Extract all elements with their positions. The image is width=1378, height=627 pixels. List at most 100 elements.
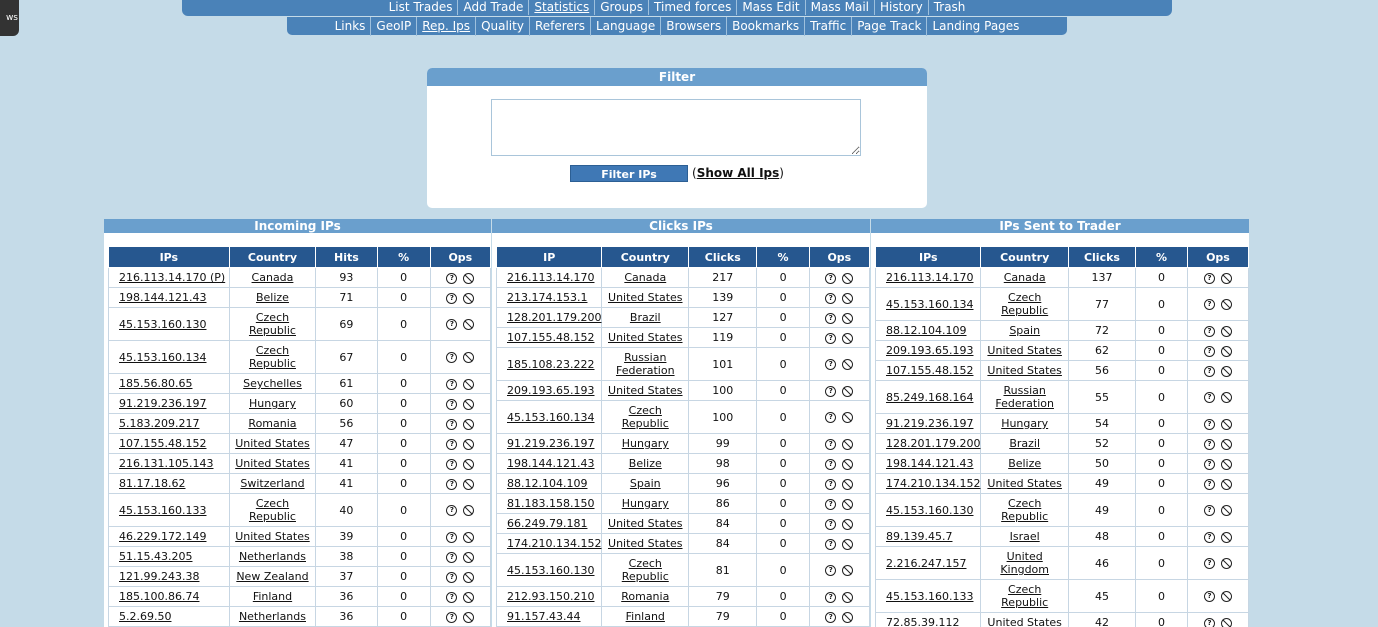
country-link[interactable]: Russian Federation [613, 351, 677, 377]
ip-link[interactable]: 107.155.48.152 [886, 364, 973, 377]
ip-link[interactable]: 107.155.48.152 [119, 437, 206, 450]
ip-link[interactable]: 174.210.134.152 [886, 477, 980, 490]
question-icon[interactable]: ? [1203, 365, 1215, 377]
ip-link[interactable]: 91.219.236.197 [886, 417, 973, 430]
block-icon[interactable] [842, 591, 854, 603]
ip-link[interactable]: 81.17.18.62 [119, 477, 185, 490]
country-link[interactable]: Czech Republic [240, 311, 304, 337]
block-icon[interactable] [842, 412, 854, 423]
question-icon[interactable]: ? [446, 438, 458, 450]
submenu-item-traffic[interactable]: Traffic [804, 17, 851, 36]
ip-link[interactable]: 51.15.43.205 [119, 550, 192, 563]
country-link[interactable]: Czech Republic [613, 404, 677, 430]
country-link[interactable]: United States [608, 331, 683, 344]
block-icon[interactable] [842, 385, 854, 397]
country-link[interactable]: Belize [256, 291, 289, 304]
block-icon[interactable] [463, 551, 475, 563]
question-icon[interactable]: ? [825, 412, 837, 423]
country-link[interactable]: United States [987, 344, 1062, 357]
ip-link[interactable]: 45.153.160.134 [886, 298, 973, 311]
country-link[interactable]: New Zealand [236, 570, 308, 583]
question-icon[interactable]: ? [446, 611, 458, 623]
country-link[interactable]: Brazil [1009, 437, 1040, 450]
ip-link[interactable]: 88.12.104.109 [886, 324, 966, 337]
country-link[interactable]: United States [608, 291, 683, 304]
question-icon[interactable]: ? [446, 378, 458, 390]
block-icon[interactable] [1220, 272, 1232, 284]
ip-link[interactable]: 66.249.79.181 [507, 517, 587, 530]
ip-link[interactable]: 81.183.158.150 [507, 497, 594, 510]
country-link[interactable]: Hungary [1001, 417, 1048, 430]
country-link[interactable]: United States [987, 616, 1062, 627]
question-icon[interactable]: ? [825, 565, 837, 576]
country-link[interactable]: Hungary [249, 397, 296, 410]
block-icon[interactable] [1220, 531, 1232, 543]
question-icon[interactable]: ? [1203, 458, 1215, 470]
ip-link[interactable]: 85.249.168.164 [886, 391, 973, 404]
filter-ips-button[interactable]: Filter IPs [570, 165, 688, 182]
country-link[interactable]: Spain [630, 477, 661, 490]
question-icon[interactable]: ? [446, 398, 458, 410]
ip-link[interactable]: 45.153.160.133 [886, 590, 973, 603]
ip-link[interactable]: 45.153.160.134 [507, 411, 594, 424]
block-icon[interactable] [842, 611, 854, 623]
block-icon[interactable] [1220, 438, 1232, 450]
question-icon[interactable]: ? [1203, 325, 1215, 337]
question-icon[interactable]: ? [825, 438, 837, 450]
menu-item-mass-edit[interactable]: Mass Edit [736, 0, 804, 15]
country-link[interactable]: Netherlands [239, 610, 306, 623]
question-icon[interactable]: ? [825, 611, 837, 623]
ip-link[interactable]: 128.201.179.200 [886, 437, 980, 450]
block-icon[interactable] [1220, 365, 1232, 377]
question-icon[interactable]: ? [1203, 299, 1215, 310]
ip-link[interactable]: 89.139.45.7 [886, 530, 952, 543]
country-link[interactable]: Czech Republic [993, 583, 1057, 609]
block-icon[interactable] [842, 565, 854, 576]
ip-link[interactable]: 45.153.160.134 [119, 351, 206, 364]
ip-link[interactable]: 174.210.134.152 [507, 537, 601, 550]
ip-link[interactable]: 45.153.160.130 [507, 564, 594, 577]
country-link[interactable]: Hungary [622, 437, 669, 450]
block-icon[interactable] [842, 292, 854, 304]
block-icon[interactable] [842, 272, 854, 284]
question-icon[interactable]: ? [446, 591, 458, 603]
country-link[interactable]: Brazil [630, 311, 661, 324]
ip-link[interactable]: 209.193.65.193 [507, 384, 594, 397]
block-icon[interactable] [463, 319, 475, 330]
block-icon[interactable] [842, 518, 854, 530]
question-icon[interactable]: ? [825, 312, 837, 324]
block-icon[interactable] [1220, 299, 1232, 310]
submenu-item-links[interactable]: Links [330, 17, 371, 36]
submenu-item-quality[interactable]: Quality [475, 17, 529, 36]
submenu-item-browsers[interactable]: Browsers [660, 17, 726, 36]
question-icon[interactable]: ? [825, 591, 837, 603]
block-icon[interactable] [463, 591, 475, 603]
menu-item-history[interactable]: History [874, 0, 928, 15]
ip-link[interactable]: 72.85.39.112 [886, 616, 959, 627]
country-link[interactable]: Spain [1009, 324, 1040, 337]
question-icon[interactable]: ? [825, 359, 837, 370]
question-icon[interactable]: ? [825, 518, 837, 530]
question-icon[interactable]: ? [446, 319, 458, 330]
question-icon[interactable]: ? [446, 551, 458, 563]
block-icon[interactable] [1220, 478, 1232, 490]
question-icon[interactable]: ? [825, 332, 837, 344]
country-link[interactable]: Romania [621, 590, 669, 603]
ip-link[interactable]: 216.113.14.170 (P) [119, 271, 225, 284]
submenu-item-language[interactable]: Language [589, 17, 660, 36]
question-icon[interactable]: ? [446, 571, 458, 583]
ip-link[interactable]: 185.108.23.222 [507, 358, 594, 371]
block-icon[interactable] [463, 531, 475, 543]
block-icon[interactable] [842, 312, 854, 324]
submenu-item-page-track[interactable]: Page Track [851, 17, 926, 36]
block-icon[interactable] [463, 505, 475, 516]
menu-item-trash[interactable]: Trash [927, 0, 971, 15]
show-all-ips-link[interactable]: Show All Ips [697, 166, 780, 180]
country-link[interactable]: Netherlands [239, 550, 306, 563]
submenu-item-referers[interactable]: Referers [528, 17, 590, 36]
submenu-item-bookmarks[interactable]: Bookmarks [726, 17, 804, 36]
menu-item-groups[interactable]: Groups [594, 0, 648, 15]
ip-link[interactable]: 209.193.65.193 [886, 344, 973, 357]
ip-link[interactable]: 216.113.14.170 [507, 271, 594, 284]
country-link[interactable]: United States [608, 537, 683, 550]
